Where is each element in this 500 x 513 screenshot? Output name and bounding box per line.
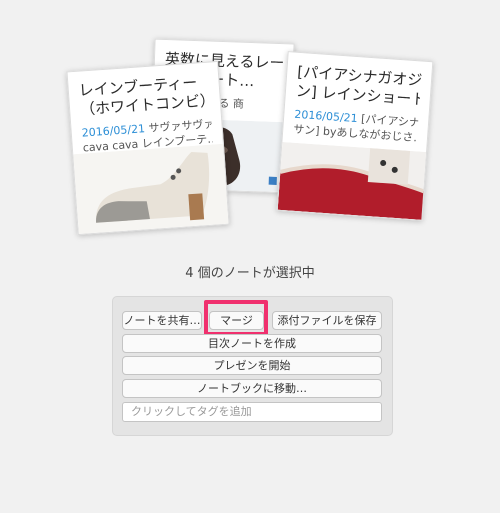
add-tag-input[interactable]: クリックしてタグを追加 — [122, 402, 382, 422]
note-thumbnail-shoe-red — [277, 141, 429, 220]
move-to-notebook-button[interactable]: ノートブックに移動… — [122, 379, 382, 398]
share-notes-button[interactable]: ノートを共有… — [122, 311, 202, 330]
note-snippet: 2016/05/21 [パイアシナガオジ サン] byあしながおじさ… — [283, 106, 429, 146]
note-card-front[interactable]: レインブーティー （ホワイトコンビ） 2016/05/21 サヴァサヴァ cav… — [66, 60, 230, 236]
start-presentation-button[interactable]: プレゼンを開始 — [122, 356, 382, 375]
create-toc-note-button[interactable]: 目次ノートを作成 — [122, 334, 382, 353]
note-title: [パイアシナガオジサ ン] レインショート… — [285, 62, 431, 110]
merge-button-highlight — [204, 300, 268, 336]
save-attachments-button[interactable]: 添付ファイルを保存 — [272, 311, 382, 330]
note-thumbnail-shoe-white — [73, 143, 230, 235]
note-title: レインブーティー （ホワイトコンビ） — [68, 72, 220, 120]
note-card-right[interactable]: [パイアシナガオジサ ン] レインショート… 2016/05/21 [パイアシナ… — [276, 51, 434, 221]
selection-count-label: 4 個のノートが選択中 — [185, 266, 315, 281]
